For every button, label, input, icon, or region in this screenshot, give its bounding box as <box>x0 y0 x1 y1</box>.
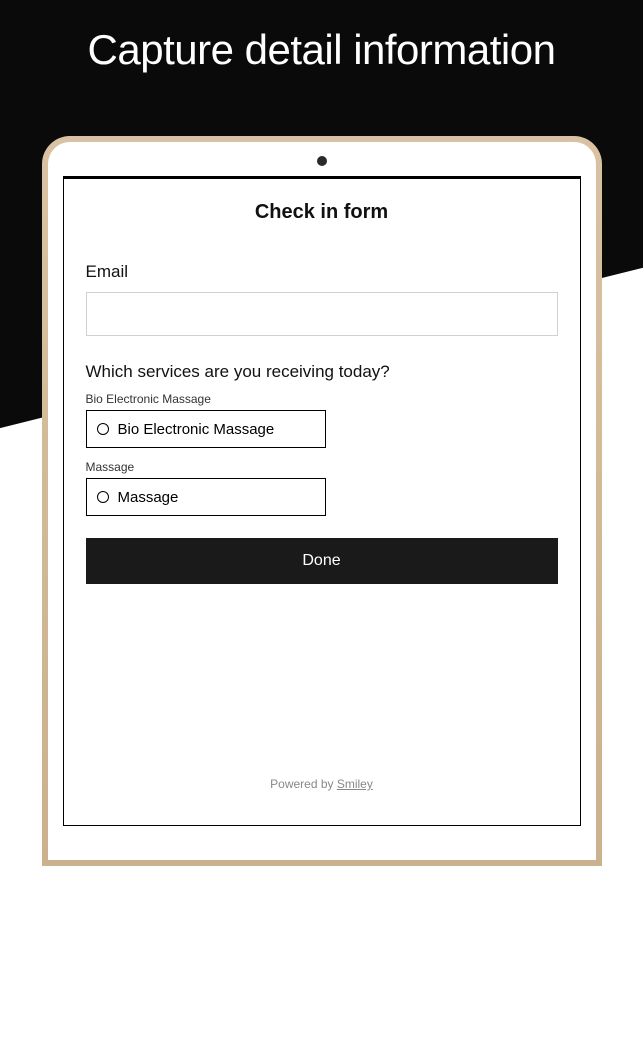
service-option-massage[interactable]: Massage <box>86 478 326 516</box>
email-input[interactable] <box>86 292 558 336</box>
option-small-label: Bio Electronic Massage <box>86 392 558 406</box>
tablet-bezel: Check in form Email Which services are y… <box>48 142 596 860</box>
powered-prefix: Powered by <box>270 777 337 791</box>
option-text: Bio Electronic Massage <box>118 421 275 438</box>
powered-by: Powered by Smiley <box>64 777 580 791</box>
done-button[interactable]: Done <box>86 538 558 584</box>
option-small-label: Massage <box>86 460 558 474</box>
option-text: Massage <box>118 489 179 506</box>
app-screen: Check in form Email Which services are y… <box>63 176 581 826</box>
email-field-group: Email <box>86 262 558 336</box>
form-title: Check in form <box>86 201 558 224</box>
email-label: Email <box>86 262 558 282</box>
marketing-headline: Capture detail information <box>0 26 643 74</box>
service-option-bio-electronic-massage[interactable]: Bio Electronic Massage <box>86 410 326 448</box>
tablet-frame: Check in form Email Which services are y… <box>42 136 602 866</box>
powered-brand-link[interactable]: Smiley <box>337 777 373 791</box>
camera-icon <box>317 156 327 166</box>
radio-icon <box>97 491 109 503</box>
radio-icon <box>97 423 109 435</box>
services-question: Which services are you receiving today? <box>86 362 558 382</box>
